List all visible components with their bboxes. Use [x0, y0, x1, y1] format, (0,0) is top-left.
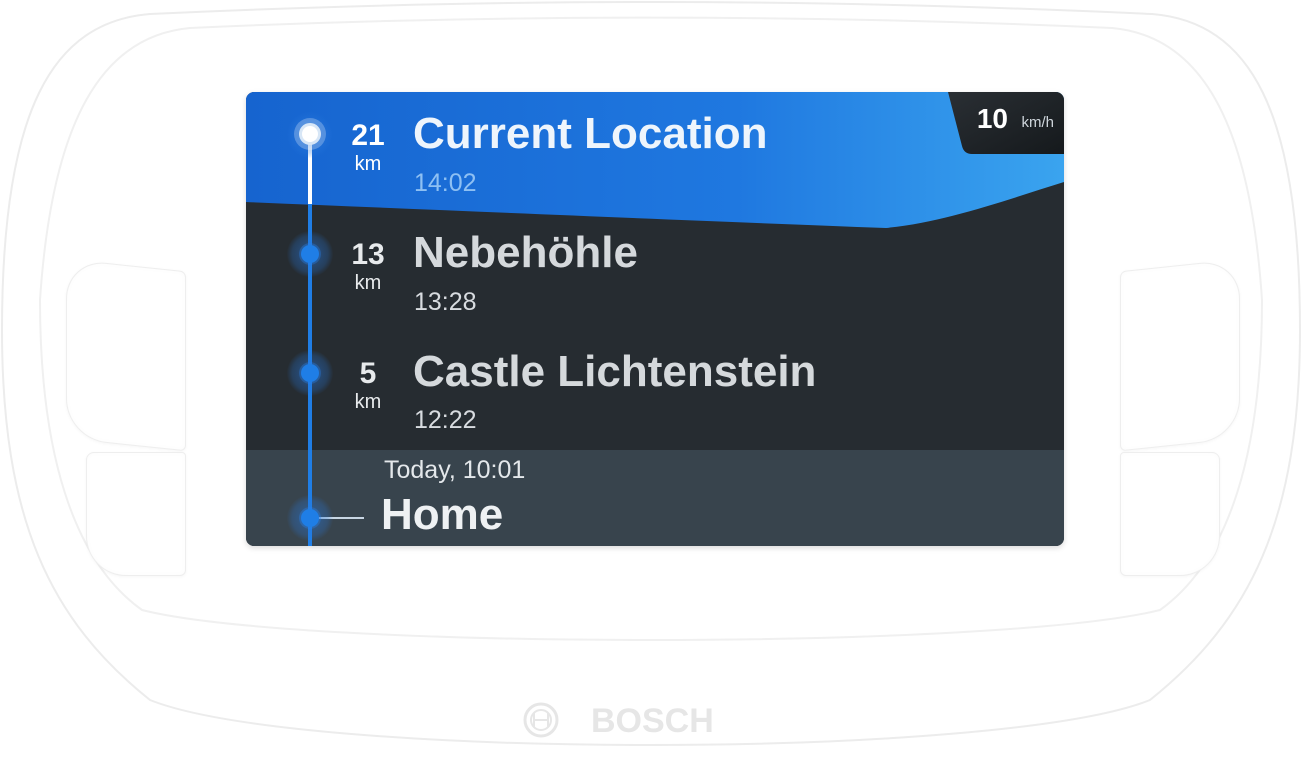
stop-distance-unit: km: [354, 391, 382, 413]
left-upper-button[interactable]: [66, 258, 186, 452]
stop-name[interactable]: Nebehöhle: [413, 228, 638, 278]
left-lower-button[interactable]: [86, 452, 186, 576]
right-upper-button[interactable]: [1120, 258, 1240, 452]
current-location-marker: [299, 123, 321, 145]
stop-distance: 13: [351, 238, 385, 271]
stop-name[interactable]: Current Location: [413, 109, 767, 159]
waypoint-marker: [301, 245, 319, 263]
stop-time: 14:02: [414, 169, 477, 197]
stop-distance-unit: km: [354, 153, 382, 175]
display-screen: 10 km/h 21 km Current Location 14:02 13 …: [246, 92, 1064, 546]
stop-distance: 5: [359, 357, 377, 390]
origin-marker: [301, 509, 319, 527]
origin-name[interactable]: Home: [381, 490, 503, 540]
bosch-logo: BOSCH: [523, 702, 714, 740]
stop-distance-unit: km: [354, 272, 382, 294]
stop-time: 13:28: [414, 288, 477, 316]
right-lower-button[interactable]: [1120, 452, 1220, 576]
waypoint-marker: [301, 364, 319, 382]
brand-name: BOSCH: [591, 702, 714, 740]
stop-name[interactable]: Castle Lichtenstein: [413, 347, 816, 397]
origin-time: Today, 10:01: [384, 456, 526, 484]
stop-time: 12:22: [414, 406, 477, 434]
stop-distance: 21: [351, 119, 385, 152]
